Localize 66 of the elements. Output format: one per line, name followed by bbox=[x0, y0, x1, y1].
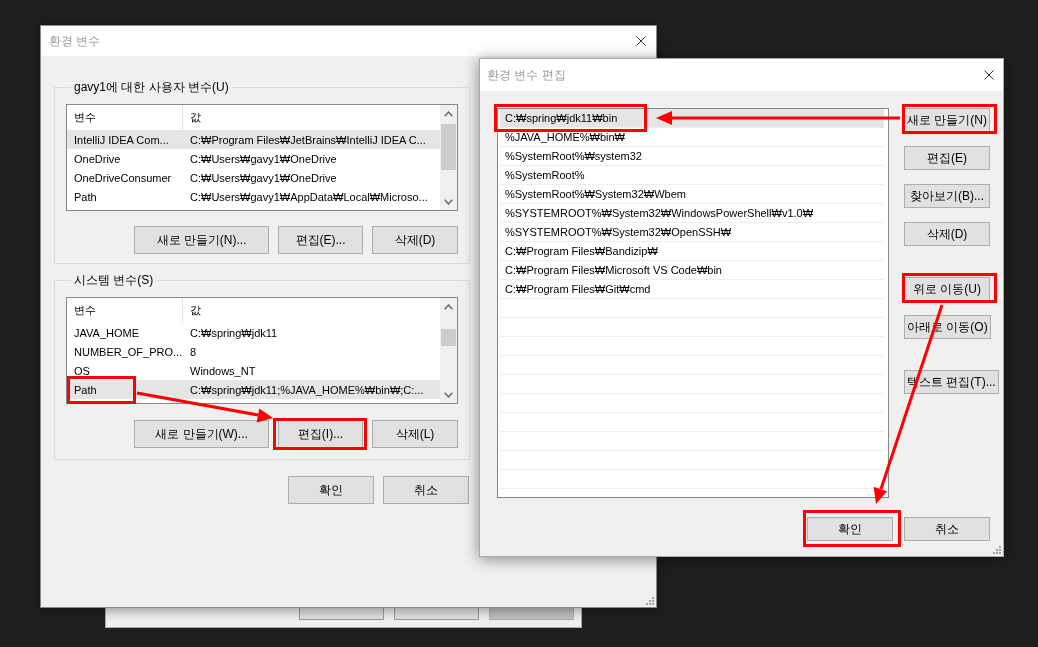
window-title: 환경 변수 bbox=[49, 33, 101, 50]
edit-button[interactable]: 편집(E) bbox=[904, 146, 990, 170]
ok-button[interactable]: 확인 bbox=[288, 476, 374, 504]
table-cell-text: C:₩Users₩gavy1₩OneDrive bbox=[189, 170, 338, 185]
list-row[interactable]: OneDrive C:₩Users₩gavy1₩OneDrive bbox=[67, 149, 440, 168]
scrollbar-thumb[interactable] bbox=[441, 329, 456, 346]
table-cell-text: NUMBER_OF_PRO... bbox=[73, 344, 183, 359]
list-item[interactable]: %SYSTEMROOT%₩System32₩WindowsPowerShell₩v1.0₩ bbox=[500, 204, 884, 223]
table-cell-text: JAVA_HOME bbox=[73, 325, 140, 340]
scrollbar[interactable] bbox=[440, 298, 457, 403]
list-row[interactable]: Path C:₩Users₩gavy1₩AppData₩Local₩Microso... bbox=[67, 187, 440, 206]
group-label: 시스템 변수(S) bbox=[73, 272, 155, 288]
scroll-down-icon[interactable] bbox=[444, 391, 453, 398]
table-cell-text: Path bbox=[73, 382, 98, 397]
edit-button[interactable]: 편집(E)... bbox=[278, 226, 363, 254]
delete-button[interactable]: 삭제(D) bbox=[372, 226, 458, 254]
cancel-button[interactable]: 취소 bbox=[904, 517, 990, 541]
table-cell-text: OS bbox=[73, 363, 91, 378]
table-cell-text: C:₩Program Files₩JetBrains₩IntelliJ IDEA C... bbox=[189, 132, 427, 147]
browse-button[interactable]: 찾아보기(B)... bbox=[904, 184, 990, 208]
window-title: 환경 변수 편집 bbox=[487, 67, 566, 84]
group-label: gavy1에 대한 사용자 변수(U) bbox=[73, 79, 230, 95]
list-row[interactable]: OS Windows_NT bbox=[67, 361, 440, 380]
delete-button[interactable]: 삭제(D) bbox=[904, 222, 990, 246]
scrollbar[interactable] bbox=[440, 105, 457, 210]
list-item[interactable]: C:₩Program Files₩Microsoft VS Code₩bin bbox=[500, 261, 884, 280]
list-item[interactable]: C:₩Program Files₩Git₩cmd bbox=[500, 280, 884, 299]
list-item[interactable]: C:₩Program Files₩Bandizip₩ bbox=[500, 242, 884, 261]
table-cell-text: 8 bbox=[189, 344, 198, 359]
scrollbar-thumb[interactable] bbox=[441, 124, 456, 170]
edit-button[interactable]: 편집(I)... bbox=[278, 420, 363, 448]
scroll-down-icon[interactable] bbox=[444, 198, 453, 205]
new-button[interactable]: 새로 만들기(W)... bbox=[134, 420, 269, 448]
table-cell-text: OneDrive bbox=[73, 151, 122, 166]
list-row[interactable]: IntelliJ IDEA Com... C:₩Program Files₩JetBrains₩IntelliJ IDEA C... bbox=[67, 130, 440, 149]
resize-grip-icon[interactable] bbox=[646, 597, 654, 605]
list-row[interactable]: OneDriveConsumer C:₩Users₩gavy1₩OneDrive bbox=[67, 168, 440, 187]
column-header[interactable]: 값 bbox=[183, 105, 440, 130]
table-cell-text: OneDriveConsumer bbox=[73, 170, 173, 185]
cancel-button[interactable]: 취소 bbox=[383, 476, 469, 504]
ok-button[interactable]: 확인 bbox=[807, 517, 893, 541]
close-icon[interactable] bbox=[636, 36, 646, 46]
scroll-up-icon[interactable] bbox=[444, 110, 453, 117]
list-item[interactable]: %JAVA_HOME%₩bin₩ bbox=[500, 128, 884, 147]
table-cell-text: C:₩Users₩gavy1₩OneDrive bbox=[189, 151, 338, 166]
list-item[interactable]: %SystemRoot%₩system32 bbox=[500, 147, 884, 166]
scroll-up-icon[interactable] bbox=[444, 303, 453, 310]
table-cell-text: Path bbox=[73, 189, 98, 204]
table-cell-text: C:₩spring₩jdk11;%JAVA_HOME%₩bin₩;C:... bbox=[189, 382, 425, 397]
delete-button[interactable]: 삭제(L) bbox=[372, 420, 458, 448]
list-row[interactable]: NUMBER_OF_PRO... 8 bbox=[67, 342, 440, 361]
table-cell-text: C:₩Users₩gavy1₩AppData₩Local₩Microso... bbox=[189, 189, 429, 204]
list-item[interactable]: %SYSTEMROOT%₩System32₩OpenSSH₩ bbox=[500, 223, 884, 242]
list-item[interactable]: %SystemRoot% bbox=[500, 166, 884, 185]
resize-grip-icon[interactable] bbox=[993, 546, 1001, 554]
column-header[interactable]: 변수 bbox=[67, 298, 183, 323]
move-up-button[interactable]: 위로 이동(U) bbox=[904, 277, 990, 301]
column-header[interactable]: 값 bbox=[183, 298, 440, 323]
close-icon[interactable] bbox=[984, 70, 994, 80]
new-button[interactable]: 새로 만들기(N) bbox=[904, 108, 990, 132]
table-cell-text: IntelliJ IDEA Com... bbox=[73, 132, 170, 147]
new-button[interactable]: 새로 만들기(N)... bbox=[134, 226, 269, 254]
list-row[interactable]: JAVA_HOME C:₩spring₩jdk11 bbox=[67, 323, 440, 342]
table-cell-text: Windows_NT bbox=[189, 363, 257, 378]
list-item[interactable]: %SystemRoot%₩System32₩Wbem bbox=[500, 185, 884, 204]
table-cell-text: C:₩spring₩jdk11 bbox=[189, 325, 279, 340]
